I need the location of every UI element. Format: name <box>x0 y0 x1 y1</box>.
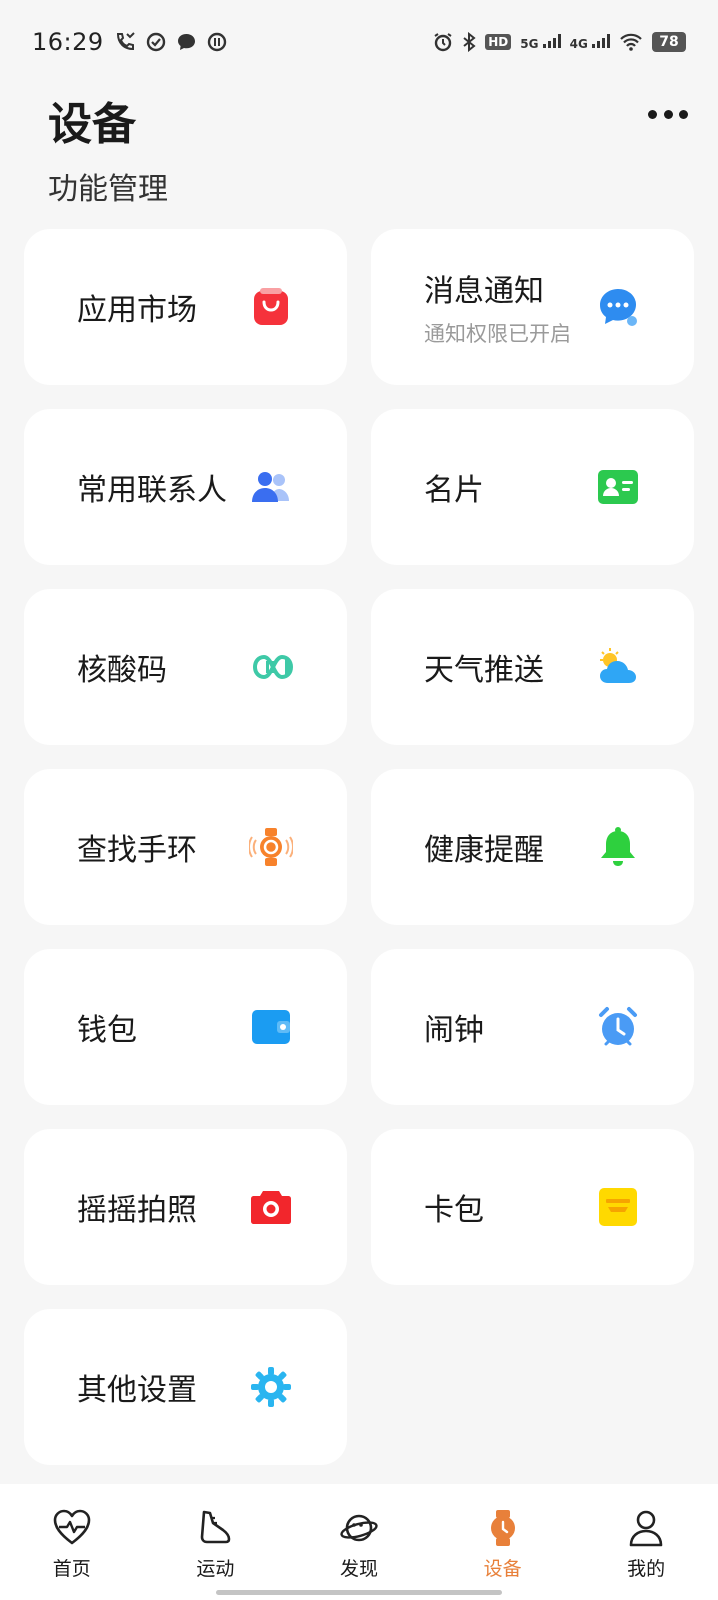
nav-item-discover[interactable]: 发现 <box>314 1508 404 1581</box>
card-health-reminder[interactable]: 健康提醒 <box>371 769 694 925</box>
card-text: 摇摇拍照 <box>77 1185 197 1229</box>
card-text: 健康提醒 <box>424 825 544 869</box>
heart-pulse-icon <box>52 1508 92 1548</box>
card-subtitle: 通知权限已开启 <box>424 322 571 346</box>
card-text: 其他设置 <box>77 1365 197 1409</box>
hd-icon: HD <box>485 34 512 50</box>
wallet-icon <box>249 1005 293 1049</box>
signal-4g-icon: 4G <box>569 33 610 51</box>
bell-icon <box>596 825 640 869</box>
card-shake-photo[interactable]: 摇摇拍照 <box>24 1129 347 1285</box>
card-app-market[interactable]: 应用市场 <box>24 229 347 385</box>
shoe-icon <box>195 1508 235 1548</box>
nucleic-code-icon <box>249 645 293 689</box>
chat-bubble-icon <box>596 285 640 329</box>
card-label: 核酸码 <box>77 653 167 688</box>
card-pack-icon <box>596 1185 640 1229</box>
card-label: 健康提醒 <box>424 833 544 868</box>
more-dots-icon[interactable] <box>648 104 688 124</box>
card-label: 应用市场 <box>77 293 197 328</box>
assistant-icon <box>146 32 166 52</box>
bottom-nav: 首页 运动 发现 设备 我的 <box>0 1484 718 1600</box>
card-weather[interactable]: 天气推送 <box>371 589 694 745</box>
card-label: 名片 <box>424 473 484 508</box>
contacts-icon <box>249 465 293 509</box>
status-bar: 16:29 HD 5G 4G 78 <box>0 0 718 84</box>
card-label: 天气推送 <box>424 653 544 688</box>
bluetooth-icon <box>462 32 476 52</box>
card-label: 其他设置 <box>77 1373 197 1408</box>
section-title: 功能管理 <box>48 172 168 207</box>
card-text: 常用联系人 <box>77 465 227 509</box>
card-wallet[interactable]: 钱包 <box>24 949 347 1105</box>
card-text: 钱包 <box>77 1005 137 1049</box>
card-text: 核酸码 <box>77 645 167 689</box>
card-text: 名片 <box>424 465 484 509</box>
card-alarm[interactable]: 闹钟 <box>371 949 694 1105</box>
nav-item-home[interactable]: 首页 <box>27 1508 117 1581</box>
card-card-wallet[interactable]: 卡包 <box>371 1129 694 1285</box>
dot <box>648 109 657 119</box>
card-label: 卡包 <box>424 1193 484 1228</box>
card-label: 摇摇拍照 <box>77 1193 197 1228</box>
missed-call-icon <box>114 31 136 53</box>
id-card-icon <box>596 465 640 509</box>
card-label: 消息通知 <box>424 274 544 309</box>
home-indicator[interactable] <box>216 1590 502 1595</box>
card-nucleic-code[interactable]: 核酸码 <box>24 589 347 745</box>
status-bar-right: HD 5G 4G 78 <box>433 32 686 52</box>
card-text: 闹钟 <box>424 1005 484 1049</box>
card-other-settings[interactable]: 其他设置 <box>24 1309 347 1465</box>
person-icon <box>626 1508 666 1548</box>
alarm-clock-icon <box>596 1005 640 1049</box>
camera-icon <box>249 1185 293 1229</box>
nav-item-sports[interactable]: 运动 <box>170 1508 260 1581</box>
net1-label: 5G <box>520 36 539 51</box>
dot <box>663 109 673 119</box>
card-find-band[interactable]: 查找手环 <box>24 769 347 925</box>
planet-icon <box>339 1508 379 1548</box>
card-text: 应用市场 <box>77 285 197 329</box>
nav-label: 我的 <box>627 1558 666 1580</box>
wifi-icon <box>619 33 643 51</box>
message-icon <box>176 32 197 52</box>
card-text: 消息通知 通知权限已开启 <box>424 266 571 348</box>
status-bar-left: 16:29 <box>32 28 227 56</box>
nav-label: 运动 <box>196 1558 235 1580</box>
shopping-bag-icon <box>249 285 293 329</box>
feature-grid: 应用市场 消息通知 通知权限已开启 常用联系人 名片 核酸码 天气推送 查找手环… <box>24 229 695 1465</box>
nav-item-profile[interactable]: 我的 <box>601 1508 691 1581</box>
battery-indicator: 78 <box>652 32 686 52</box>
nav-label: 首页 <box>52 1558 91 1580</box>
nav-label: 发现 <box>339 1558 378 1580</box>
nav-item-device[interactable]: 设备 <box>458 1508 548 1581</box>
page-title: 设备 <box>48 99 136 150</box>
dot <box>679 109 688 119</box>
card-label: 钱包 <box>77 1013 137 1048</box>
card-text: 卡包 <box>424 1185 484 1229</box>
card-notifications[interactable]: 消息通知 通知权限已开启 <box>371 229 694 385</box>
alarm-icon <box>433 32 453 52</box>
hd-label: HD <box>485 34 512 50</box>
card-label: 查找手环 <box>77 833 197 868</box>
app-notification-icon <box>207 32 227 52</box>
weather-icon <box>596 645 640 689</box>
signal-5g-icon: 5G <box>520 33 561 51</box>
find-band-icon <box>249 825 293 869</box>
gear-icon <box>249 1365 293 1409</box>
status-time: 16:29 <box>32 28 104 56</box>
watch-icon <box>483 1508 523 1548</box>
net2-label: 4G <box>569 36 588 51</box>
card-text: 天气推送 <box>424 645 544 689</box>
card-contacts[interactable]: 常用联系人 <box>24 409 347 565</box>
card-label: 闹钟 <box>424 1013 484 1048</box>
nav-label: 设备 <box>483 1558 522 1580</box>
card-text: 查找手环 <box>77 825 197 869</box>
card-label: 常用联系人 <box>77 473 227 508</box>
card-business-card[interactable]: 名片 <box>371 409 694 565</box>
